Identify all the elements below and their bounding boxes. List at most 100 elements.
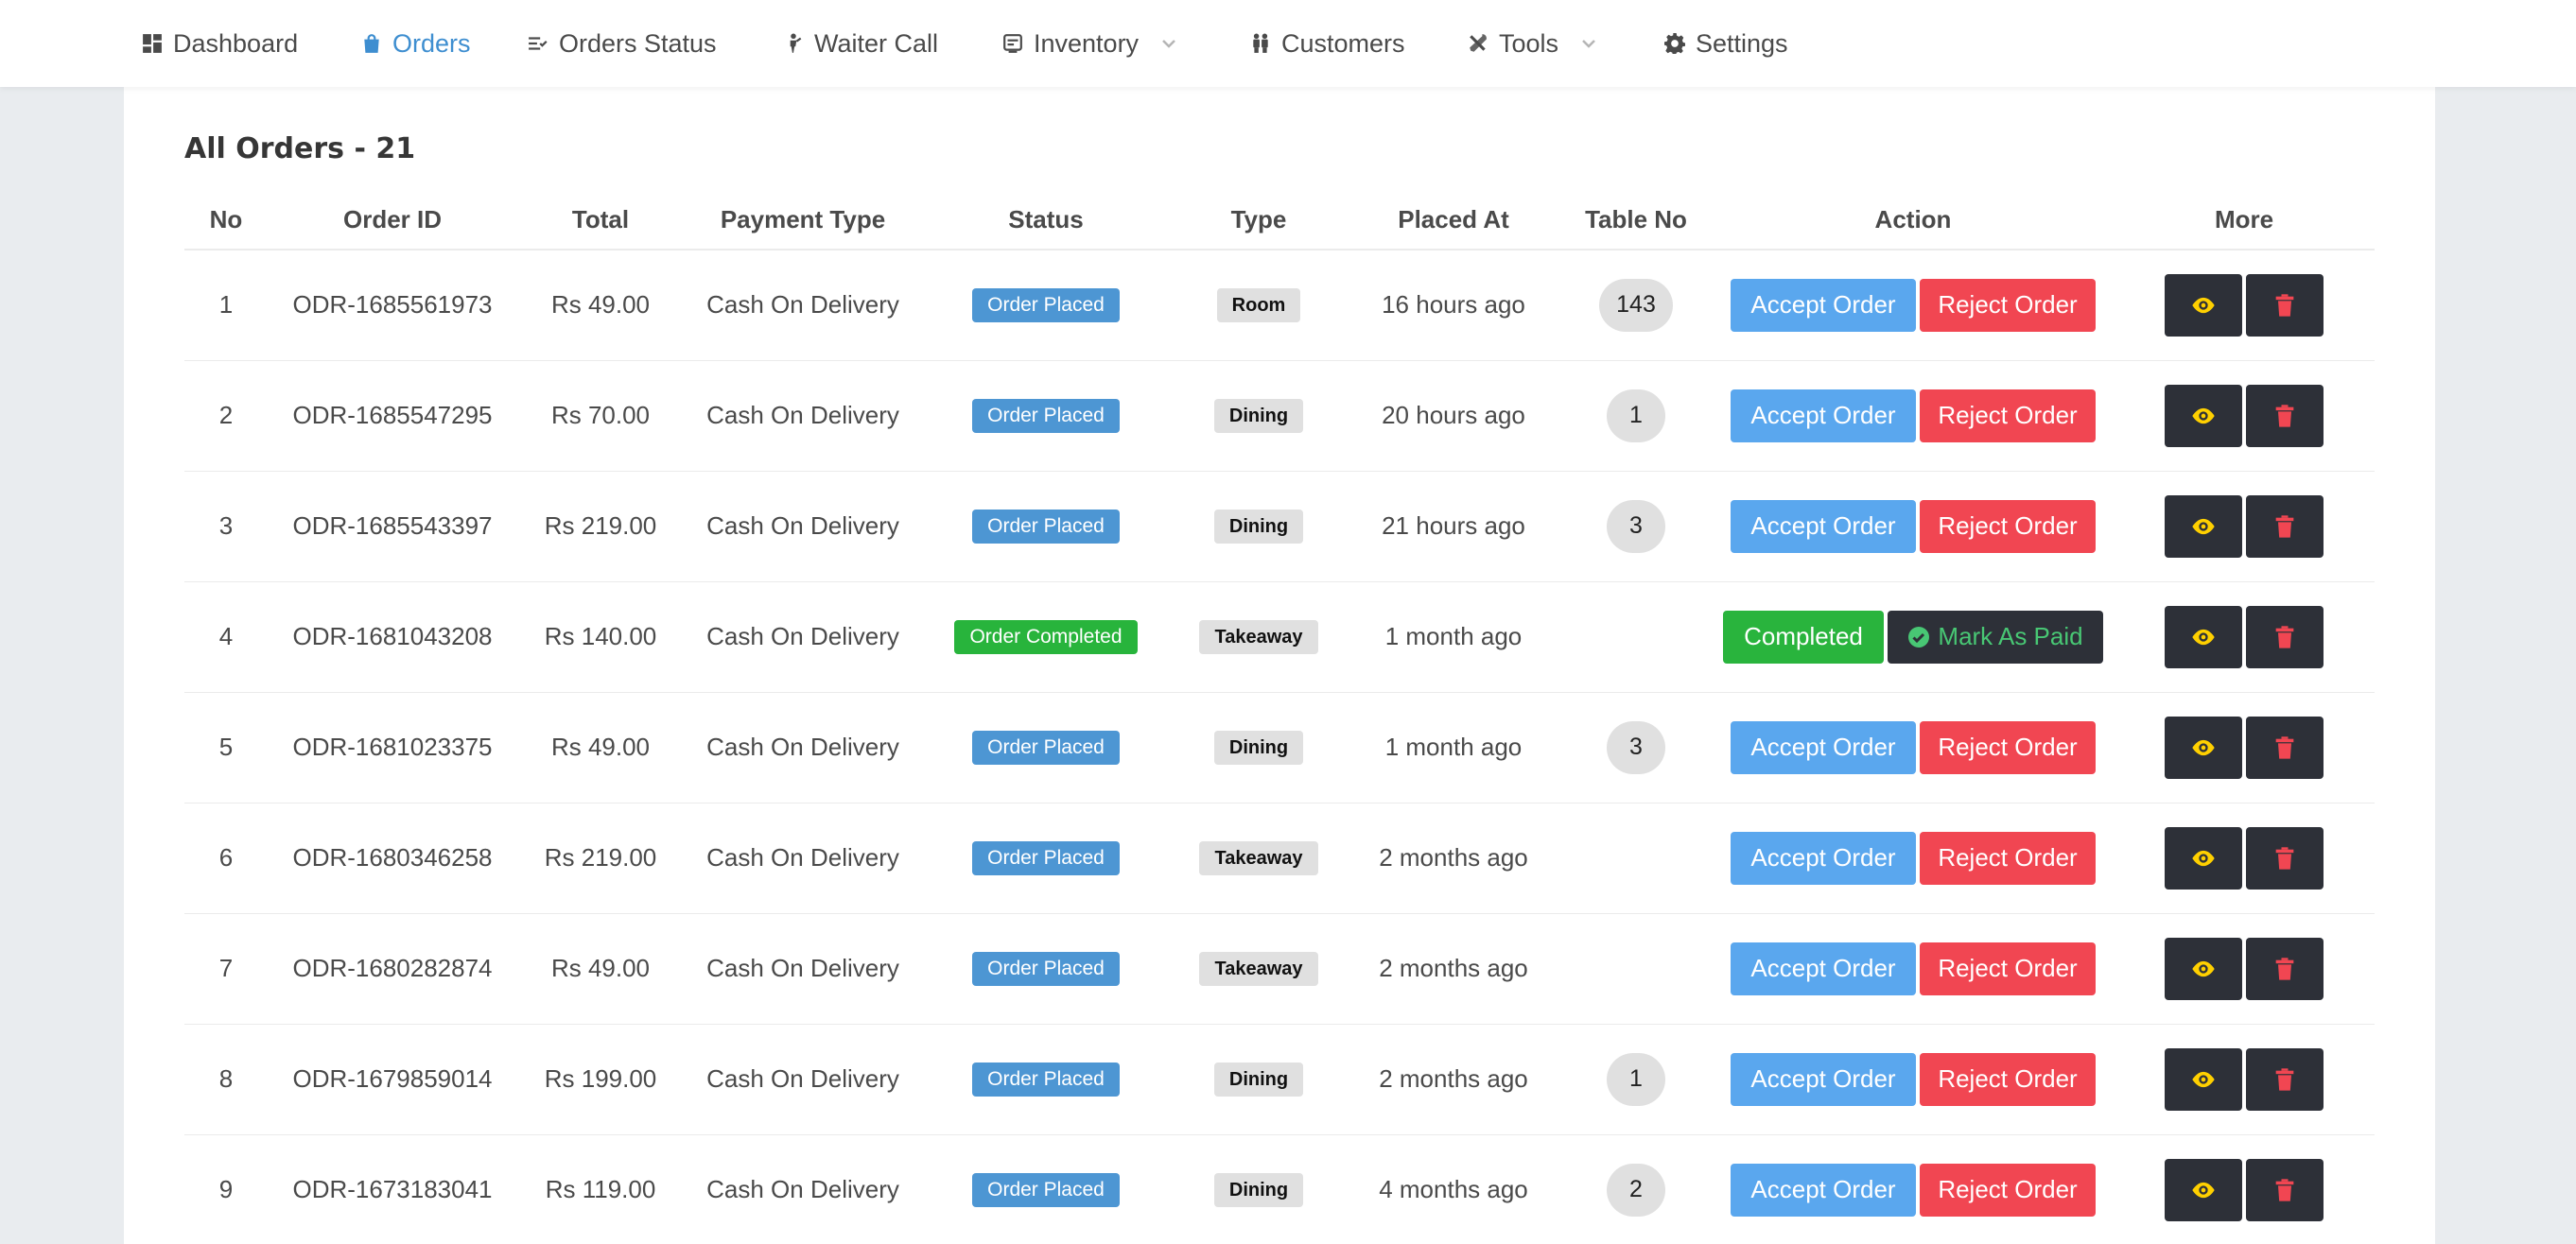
- page-title: All Orders - 21: [184, 132, 416, 165]
- cell-placed-at: 2 months ago: [1348, 1024, 1559, 1135]
- type-badge: Dining: [1213, 398, 1304, 433]
- reject-order-button[interactable]: Reject Order: [1920, 278, 2096, 332]
- eye-icon: [2192, 1071, 2215, 1087]
- cell-action: Completed Mark As Paid: [1713, 581, 2114, 693]
- reject-order-button[interactable]: Reject Order: [1920, 389, 2096, 442]
- cell-placed-at: 2 months ago: [1348, 803, 1559, 914]
- accept-order-button[interactable]: Accept Order: [1731, 1052, 1916, 1106]
- eye-icon: [2192, 739, 2215, 755]
- cell-status: Order Placed: [922, 1134, 1170, 1244]
- view-order-button[interactable]: [2165, 1047, 2242, 1111]
- nav-customers[interactable]: Customers: [1250, 0, 1405, 87]
- cell-order-id: ODR-1673183041: [268, 1134, 517, 1244]
- completed-button[interactable]: Completed: [1723, 610, 1884, 664]
- nav-settings[interactable]: Settings: [1664, 0, 1788, 87]
- users-icon: [1253, 33, 1268, 53]
- view-order-button[interactable]: [2165, 273, 2242, 337]
- trash-icon: [2275, 404, 2294, 427]
- header-type: Type: [1170, 191, 1348, 251]
- delete-order-button[interactable]: [2246, 384, 2324, 447]
- delete-order-button[interactable]: [2246, 494, 2324, 558]
- gear-icon: [1664, 33, 1685, 54]
- cell-total: Rs 219.00: [517, 803, 684, 914]
- inventory-icon: [1003, 34, 1022, 53]
- cell-status: Order Placed: [922, 360, 1170, 472]
- table-row: 7 ODR-1680282874 Rs 49.00 Cash On Delive…: [184, 913, 2375, 1025]
- accept-order-button[interactable]: Accept Order: [1731, 499, 1916, 553]
- status-badge: Order Placed: [972, 287, 1120, 322]
- view-order-button[interactable]: [2165, 716, 2242, 779]
- accept-order-button[interactable]: Accept Order: [1731, 389, 1916, 442]
- cell-payment-type: Cash On Delivery: [684, 360, 922, 472]
- cell-action: Accept Order Reject Order: [1713, 692, 2114, 803]
- cell-order-id: ODR-1680346258: [268, 803, 517, 914]
- delete-order-button[interactable]: [2246, 273, 2324, 337]
- view-order-button[interactable]: [2165, 826, 2242, 890]
- delete-order-button[interactable]: [2246, 1158, 2324, 1221]
- cell-action: Accept Order Reject Order: [1713, 250, 2114, 361]
- eye-icon: [2192, 297, 2215, 313]
- accept-order-button[interactable]: Accept Order: [1731, 942, 1916, 995]
- tools-icon: [1470, 34, 1487, 52]
- cell-no: 3: [184, 471, 268, 582]
- nav-inventory[interactable]: Inventory: [1002, 0, 1178, 87]
- delete-order-button[interactable]: [2246, 937, 2324, 1000]
- status-badge: Order Completed: [954, 619, 1138, 654]
- nav-dashboard[interactable]: Dashboard: [142, 0, 298, 87]
- cell-no: 8: [184, 1024, 268, 1135]
- cell-placed-at: 1 month ago: [1348, 581, 1559, 693]
- type-badge: Dining: [1213, 730, 1304, 765]
- accept-order-button[interactable]: Accept Order: [1731, 720, 1916, 774]
- cell-status: Order Placed: [922, 803, 1170, 914]
- nav-orders[interactable]: Orders: [361, 0, 471, 87]
- header-status: Status: [922, 191, 1170, 251]
- eye-icon: [2192, 629, 2215, 645]
- trash-icon: [2275, 1067, 2294, 1091]
- nav-orders-status[interactable]: Orders Status: [528, 0, 717, 87]
- view-order-button[interactable]: [2165, 1158, 2242, 1221]
- view-order-button[interactable]: [2165, 494, 2242, 558]
- header-table-no: Table No: [1559, 191, 1713, 251]
- reject-order-button[interactable]: Reject Order: [1920, 499, 2096, 553]
- nav-label: Orders Status: [559, 28, 717, 58]
- cell-order-id: ODR-1681023375: [268, 692, 517, 803]
- accept-order-button[interactable]: Accept Order: [1731, 831, 1916, 885]
- nav-label: Inventory: [1034, 28, 1140, 58]
- cell-order-id: ODR-1685543397: [268, 471, 517, 582]
- reject-order-button[interactable]: Reject Order: [1920, 942, 2096, 995]
- cell-table-no: 1: [1559, 360, 1713, 472]
- table-header-row: No Order ID Total Payment Type Status Ty…: [184, 191, 2375, 251]
- nav-waiter-call[interactable]: Waiter Call: [783, 0, 938, 87]
- cell-placed-at: 16 hours ago: [1348, 250, 1559, 361]
- orders-card: All Orders - 21 No Order ID Total Paymen…: [124, 87, 2435, 1244]
- cell-total: Rs 219.00: [517, 471, 684, 582]
- table-row: 2 ODR-1685547295 Rs 70.00 Cash On Delive…: [184, 360, 2375, 472]
- nav-tools[interactable]: Tools: [1468, 0, 1598, 87]
- cell-more: [2114, 360, 2375, 472]
- view-order-button[interactable]: [2165, 384, 2242, 447]
- mark-as-paid-button[interactable]: Mark As Paid: [1888, 610, 2103, 664]
- cell-type: Room: [1170, 250, 1348, 361]
- cell-total: Rs 70.00: [517, 360, 684, 472]
- shopping-bag-icon: [364, 34, 379, 53]
- type-badge: Takeaway: [1199, 951, 1318, 986]
- view-order-button[interactable]: [2165, 937, 2242, 1000]
- cell-action: Accept Order Reject Order: [1713, 1024, 2114, 1135]
- table-row: 4 ODR-1681043208 Rs 140.00 Cash On Deliv…: [184, 581, 2375, 693]
- accept-order-button[interactable]: Accept Order: [1731, 278, 1916, 332]
- reject-order-button[interactable]: Reject Order: [1920, 1052, 2096, 1106]
- delete-order-button[interactable]: [2246, 826, 2324, 890]
- reject-order-button[interactable]: Reject Order: [1920, 720, 2096, 774]
- delete-order-button[interactable]: [2246, 716, 2324, 779]
- reject-order-button[interactable]: Reject Order: [1920, 1163, 2096, 1217]
- delete-order-button[interactable]: [2246, 605, 2324, 668]
- delete-order-button[interactable]: [2246, 1047, 2324, 1111]
- reject-order-button[interactable]: Reject Order: [1920, 831, 2096, 885]
- cell-no: 2: [184, 360, 268, 472]
- cell-order-id: ODR-1679859014: [268, 1024, 517, 1135]
- accept-order-button[interactable]: Accept Order: [1731, 1163, 1916, 1217]
- cell-action: Accept Order Reject Order: [1713, 360, 2114, 472]
- status-badge: Order Placed: [972, 1172, 1120, 1207]
- view-order-button[interactable]: [2165, 605, 2242, 668]
- nav-label: Dashboard: [173, 28, 299, 58]
